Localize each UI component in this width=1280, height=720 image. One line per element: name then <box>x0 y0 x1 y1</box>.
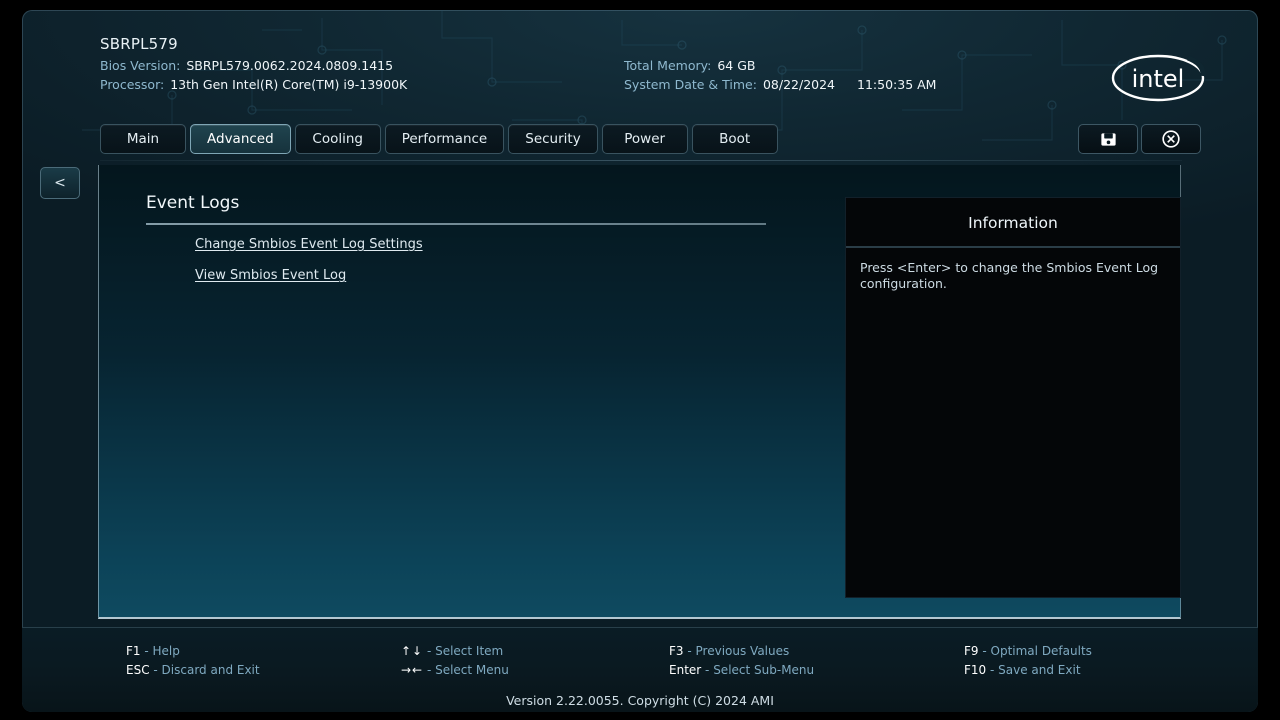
help-enter-key: Enter <box>669 663 702 677</box>
back-button[interactable]: < <box>40 167 80 199</box>
help-f10: F10 - Save and Exit <box>964 663 1176 677</box>
help-enter-desc: - Select Sub-Menu <box>705 663 815 677</box>
help-esc-desc: - Discard and Exit <box>153 663 260 677</box>
help-f3-key: F3 <box>669 644 684 658</box>
help-select-menu-desc: - Select Menu <box>426 663 509 677</box>
header-divider <box>100 160 1182 161</box>
bios-version-field: Bios Version: SBRPL579.0062.2024.0809.141… <box>100 58 393 73</box>
save-button[interactable] <box>1078 124 1138 154</box>
help-select-item-desc: - Select Item <box>426 644 504 658</box>
footer-divider <box>22 627 1258 628</box>
header: SBRPL579 Bios Version: SBRPL579.0062.2024… <box>22 10 1258 115</box>
total-memory-value: 64 GB <box>717 58 756 73</box>
help-select-item-key: ↑↓ <box>401 644 424 658</box>
help-f10-desc: - Save and Exit <box>990 663 1081 677</box>
system-date-value: 08/22/2024 <box>762 77 836 92</box>
processor-value: 13th Gen Intel(R) Core(TM) i9-13900K <box>170 77 408 92</box>
tab-cooling[interactable]: Cooling <box>294 124 381 154</box>
floppy-disk-icon <box>1100 132 1116 146</box>
tab-power[interactable]: Power <box>601 124 688 154</box>
menu-row: View Smbios Event Log <box>195 264 755 295</box>
processor-field: Processor: 13th Gen Intel(R) Core(TM) i9-… <box>100 77 407 92</box>
tab-boot[interactable]: Boot <box>691 124 778 154</box>
help-f1: F1 - Help <box>126 644 401 658</box>
bios-setup-window: SBRPL579 Bios Version: SBRPL579.0062.2024… <box>22 10 1258 712</box>
bios-version-value: SBRPL579.0062.2024.0809.1415 <box>186 58 394 73</box>
help-f9: F9 - Optimal Defaults <box>964 644 1176 658</box>
information-text: Press <Enter> to change the Smbios Event… <box>860 260 1159 291</box>
total-memory-field: Total Memory: 64 GB <box>624 58 755 73</box>
version-copyright: Version 2.22.0055. Copyright (C) 2024 AM… <box>506 693 774 708</box>
tab-security[interactable]: Security <box>508 124 598 154</box>
footer-help-bar: F1 - Help ↑↓ - Select Item F3 - Previous… <box>22 627 1258 712</box>
top-action-buttons[interactable] <box>1078 124 1201 154</box>
system-datetime-field: System Date & Time: 08/22/2024 11:50:35 AM <box>624 77 936 92</box>
tab-advanced[interactable]: Advanced <box>190 124 291 154</box>
main-tabbar[interactable]: Main Advanced Cooling Performance Securi… <box>100 124 778 154</box>
help-esc-key: ESC <box>126 663 150 677</box>
help-esc: ESC - Discard and Exit <box>126 663 401 677</box>
menu-item-view-smbios-event-log[interactable]: View Smbios Event Log <box>195 268 346 283</box>
help-select-item: ↑↓ - Select Item <box>401 644 669 658</box>
svg-text:intel: intel <box>1132 65 1185 93</box>
help-f9-desc: - Optimal Defaults <box>982 644 1092 658</box>
page-title-divider <box>146 223 766 225</box>
information-panel: Information Press <Enter> to change the … <box>845 197 1181 598</box>
event-logs-menu: Change Smbios Event Log Settings View Sm… <box>195 233 755 295</box>
total-memory-label: Total Memory: <box>624 58 712 73</box>
system-time-value: 11:50:35 AM <box>857 77 937 92</box>
menu-item-change-smbios-event-log-settings[interactable]: Change Smbios Event Log Settings <box>195 237 423 252</box>
tab-main[interactable]: Main <box>100 124 186 154</box>
tab-performance[interactable]: Performance <box>384 124 505 154</box>
help-enter: Enter - Select Sub-Menu <box>669 663 964 677</box>
help-select-menu-key: →← <box>401 663 424 677</box>
close-circle-icon <box>1162 130 1180 148</box>
system-datetime-label: System Date & Time: <box>624 77 757 92</box>
menu-row: Change Smbios Event Log Settings <box>195 233 755 264</box>
system-title: SBRPL579 <box>100 35 178 53</box>
processor-label: Processor: <box>100 77 165 92</box>
help-f1-desc: - Help <box>144 644 180 658</box>
footer-key-help-grid: F1 - Help ↑↓ - Select Item F3 - Previous… <box>126 644 1176 677</box>
intel-logo: intel <box>1111 54 1206 102</box>
help-f9-key: F9 <box>964 644 979 658</box>
exit-button[interactable] <box>1141 124 1201 154</box>
page-title: Event Logs <box>146 193 240 213</box>
help-f1-key: F1 <box>126 644 141 658</box>
bios-version-label: Bios Version: <box>100 58 181 73</box>
help-f10-key: F10 <box>964 663 987 677</box>
help-f3: F3 - Previous Values <box>669 644 964 658</box>
help-select-menu: →← - Select Menu <box>401 663 669 677</box>
information-title: Information <box>968 214 1058 232</box>
help-f3-desc: - Previous Values <box>687 644 790 658</box>
